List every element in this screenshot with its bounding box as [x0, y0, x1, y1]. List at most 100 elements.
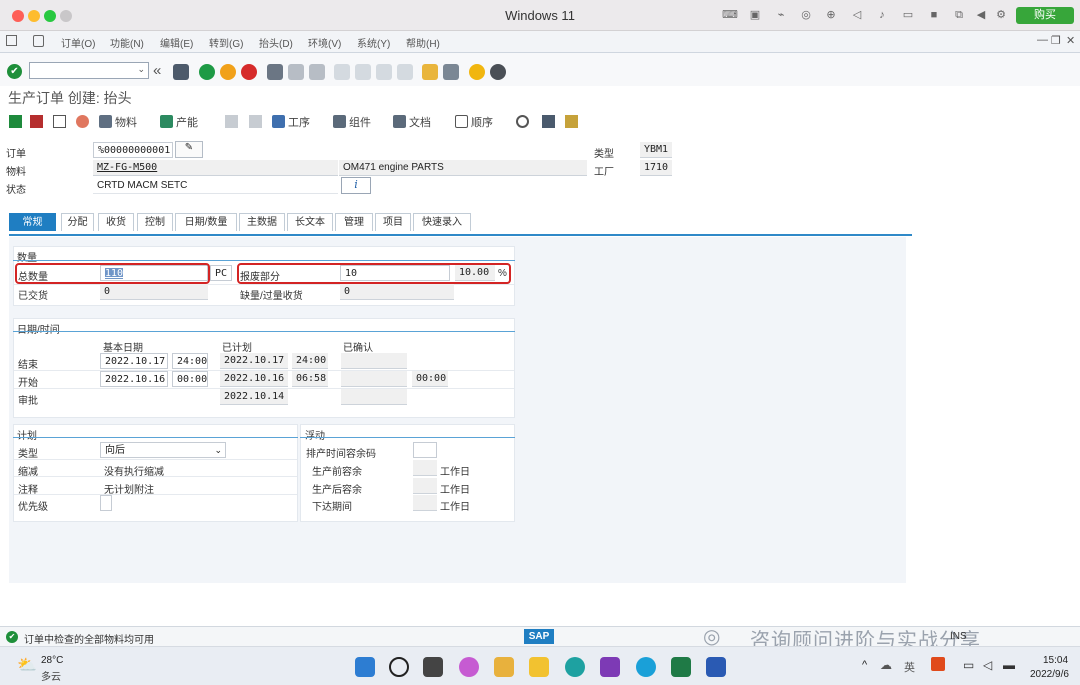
settings-icon[interactable]: ⚙ [993, 8, 1009, 22]
start-basic-date[interactable]: 2022.10.16 [100, 371, 168, 387]
screen-icon[interactable]: ⧉ [951, 8, 967, 22]
battery-icon[interactable]: ▬ [1003, 658, 1015, 672]
next-page-icon[interactable] [376, 64, 392, 80]
menu-function[interactable]: 功能(N) [110, 35, 144, 50]
menu-help[interactable]: 帮助(H) [406, 35, 440, 50]
component-button[interactable]: 组件 [333, 114, 371, 130]
first-page-icon[interactable] [334, 64, 350, 80]
hierarchy-icon[interactable] [565, 115, 578, 128]
clock-time[interactable]: 15:04 [1043, 655, 1068, 666]
onenote-icon[interactable] [600, 657, 620, 677]
task-view-icon[interactable] [423, 657, 443, 677]
volume-icon[interactable]: ◁ [849, 8, 865, 22]
buy-button[interactable]: 购买 [1016, 7, 1074, 24]
flag-icon[interactable] [9, 115, 22, 128]
tab-general[interactable]: 常规 [9, 213, 56, 231]
end-basic-date[interactable]: 2022.10.17 [100, 353, 168, 369]
start-basic-time[interactable]: 00:00 [172, 371, 208, 387]
camera-icon[interactable]: ■ [926, 8, 942, 22]
tab-long-text[interactable]: 长文本 [287, 213, 333, 231]
restore-icon[interactable]: ❐ [1051, 34, 1061, 47]
menu-doc-icon[interactable] [33, 35, 44, 47]
info-icon[interactable]: i [341, 177, 371, 194]
plan-type-select[interactable]: 向后 ⌄ [100, 442, 226, 458]
display-icon[interactable]: ▭ [963, 658, 974, 672]
enter-check-icon[interactable]: ✔ [7, 64, 22, 79]
minimize-icon[interactable]: — [1037, 34, 1048, 46]
clock-date[interactable]: 2022/9/6 [1030, 669, 1069, 680]
back-icon[interactable] [199, 64, 215, 80]
back-arrow-icon[interactable]: ◀ [973, 8, 989, 22]
cost-icon[interactable] [76, 115, 89, 128]
search-app-icon[interactable] [565, 657, 585, 677]
menu-header[interactable]: 抬头(D) [259, 35, 293, 50]
command-field[interactable]: ⌄ [29, 62, 149, 79]
tab-master-data[interactable]: 主数据 [239, 213, 285, 231]
people-icon[interactable] [225, 115, 238, 128]
drive-icon[interactable]: ▭ [900, 8, 916, 22]
material-field[interactable]: MZ-FG-M500 [93, 160, 338, 176]
ime-lang[interactable]: 英 [904, 659, 915, 675]
menu-exit-icon[interactable] [6, 35, 17, 46]
tab-admin[interactable]: 管理 [335, 213, 373, 231]
find-next-icon[interactable] [309, 64, 325, 80]
ime-icon[interactable] [931, 657, 945, 671]
priority-input[interactable] [100, 495, 112, 511]
help-icon[interactable] [469, 64, 485, 80]
menu-order[interactable]: 订单(O) [61, 35, 95, 50]
last-page-icon[interactable] [397, 64, 413, 80]
globe-icon[interactable]: ⊕ [823, 8, 839, 22]
menu-goto[interactable]: 转到(G) [209, 35, 243, 50]
weather-icon[interactable]: ⛅ [17, 655, 37, 675]
hat-icon[interactable] [249, 115, 262, 128]
double-left-icon[interactable]: « [153, 62, 161, 79]
chevron-down-icon[interactable]: ⌄ [137, 64, 145, 75]
edge-icon[interactable] [636, 657, 656, 677]
order-field[interactable]: %00000000001 [93, 142, 173, 158]
exit-icon[interactable] [220, 64, 236, 80]
cancel-icon[interactable] [241, 64, 257, 80]
end-basic-time[interactable]: 24:00 [172, 353, 208, 369]
operation-button[interactable]: 工序 [272, 114, 310, 130]
cpu-icon[interactable]: ▣ [747, 8, 763, 22]
layout-settings-icon[interactable] [490, 64, 506, 80]
unit-field[interactable]: PC [210, 265, 232, 281]
menu-system[interactable]: 系统(Y) [357, 35, 390, 50]
tab-assignment[interactable]: 分配 [61, 213, 94, 231]
edit-icon[interactable]: ✎ [175, 141, 203, 158]
find-icon[interactable] [288, 64, 304, 80]
shortcut-icon[interactable] [443, 64, 459, 80]
settings-gear-icon[interactable] [516, 115, 529, 128]
tab-control[interactable]: 控制 [137, 213, 173, 231]
print-icon[interactable] [267, 64, 283, 80]
capacity-button[interactable]: 产能 [160, 114, 198, 130]
tab-dates-qty[interactable]: 日期/数量 [175, 213, 237, 231]
tab-items[interactable]: 项目 [375, 213, 411, 231]
volume-tray-icon[interactable]: ◁ [983, 658, 992, 672]
usb-icon[interactable]: ⌁ [773, 8, 789, 22]
list-icon[interactable] [53, 115, 66, 128]
color-app-icon[interactable] [459, 657, 479, 677]
search-icon[interactable] [389, 657, 409, 677]
sched-margin-input[interactable] [413, 442, 437, 458]
order-icon[interactable] [30, 115, 43, 128]
save-icon[interactable] [173, 64, 189, 80]
table-icon[interactable] [542, 115, 555, 128]
disk-icon[interactable]: ◎ [798, 8, 814, 22]
menu-edit[interactable]: 编辑(E) [160, 35, 193, 50]
file-explorer-icon[interactable] [529, 657, 549, 677]
tab-fast-entry[interactable]: 快速录入 [413, 213, 471, 231]
material-button[interactable]: 物料 [99, 114, 137, 130]
microphone-icon[interactable]: ♪ [874, 8, 890, 22]
menu-environment[interactable]: 环境(V) [308, 35, 341, 50]
close-icon[interactable]: ✕ [1066, 34, 1075, 47]
keyboard-icon[interactable]: ⌨ [722, 8, 738, 22]
create-session-icon[interactable] [422, 64, 438, 80]
tray-chevron-icon[interactable]: ^ [862, 659, 867, 671]
prev-page-icon[interactable] [355, 64, 371, 80]
word-icon[interactable] [706, 657, 726, 677]
document-button[interactable]: 文档 [393, 114, 431, 130]
tab-goods-receipt[interactable]: 收货 [98, 213, 134, 231]
sequence-button[interactable]: 顺序 [455, 114, 493, 130]
start-icon[interactable] [355, 657, 375, 677]
